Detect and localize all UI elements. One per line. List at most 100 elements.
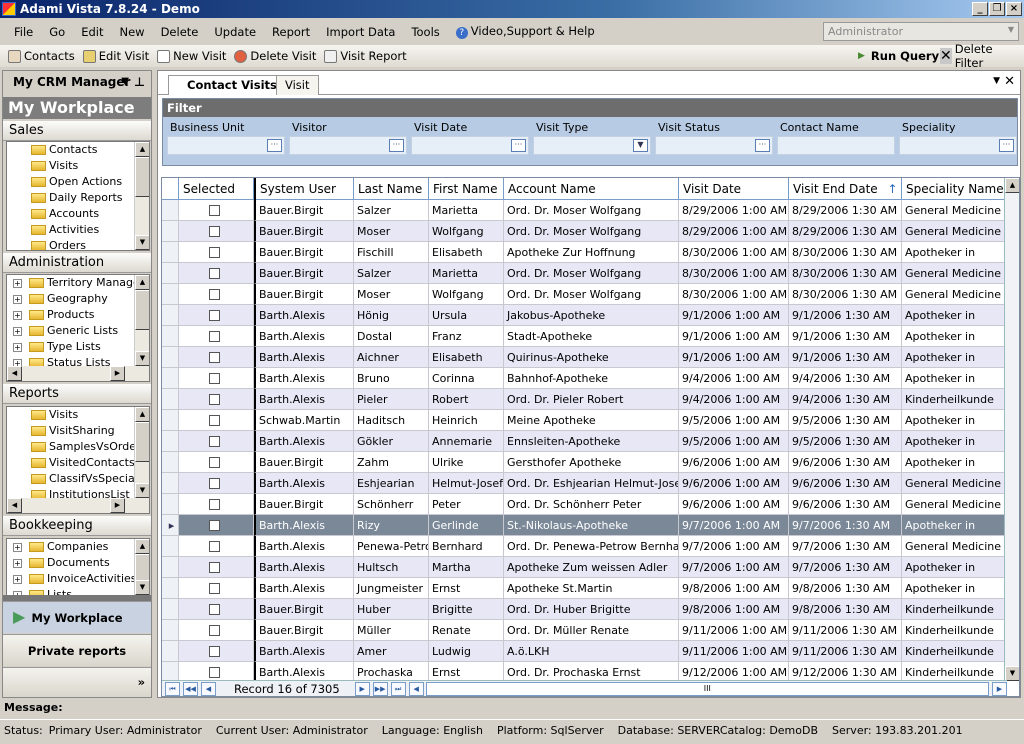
row-selector[interactable]	[162, 326, 179, 347]
table-row[interactable]: Bauer.Birgit Salzer Marietta Ord. Dr. Moser…	[162, 200, 1007, 221]
menu-file[interactable]: File	[6, 25, 41, 39]
selected-checkbox[interactable]	[209, 247, 220, 258]
maximize-button[interactable]: ❐	[989, 2, 1005, 16]
expand-icon[interactable]: +	[13, 559, 22, 568]
table-row[interactable]: Barth.Alexis Aichner Elisabeth Quirinus-Apo…	[162, 347, 1007, 368]
column-header-first-name[interactable]: First Name	[429, 178, 504, 200]
user-select[interactable]: Administrator ▼	[823, 22, 1019, 41]
selected-checkbox[interactable]	[209, 268, 220, 279]
tree-item[interactable]: + Documents	[7, 555, 149, 571]
scroll-left-icon[interactable]: ◀	[408, 681, 424, 696]
selected-checkbox[interactable]	[209, 310, 220, 321]
close-button[interactable]: ×	[1006, 2, 1022, 16]
nav-my-workplace[interactable]: ▶ My Workplace	[3, 601, 151, 633]
tree-item[interactable]: + Geography	[7, 291, 149, 307]
expand-icon[interactable]: +	[13, 343, 22, 352]
expand-icon[interactable]: +	[13, 543, 22, 552]
table-row[interactable]: Bauer.Birgit Müller Renate Ord. Dr. Müller …	[162, 620, 1007, 641]
row-selector[interactable]	[162, 284, 179, 305]
selected-checkbox[interactable]	[209, 205, 220, 216]
table-row[interactable]: Bauer.Birgit Salzer Marietta Ord. Dr. Moser…	[162, 263, 1007, 284]
table-row[interactable]: Barth.Alexis Eshjearian Helmut-Josef Ord. D…	[162, 473, 1007, 494]
section-header-administration[interactable]: Administration	[3, 253, 151, 273]
horizontal-scrollbar[interactable]: ◀ ▶	[7, 498, 149, 513]
selected-checkbox[interactable]	[209, 457, 220, 468]
selected-checkbox[interactable]	[209, 226, 220, 237]
dropdown-icon[interactable]: ▼	[633, 139, 648, 152]
row-selector[interactable]	[162, 452, 179, 473]
tree-item[interactable]: Visits	[7, 158, 149, 174]
scroll-up-icon[interactable]: ▲	[135, 275, 149, 290]
section-header-sales[interactable]: Sales	[3, 121, 151, 141]
row-selector[interactable]	[162, 620, 179, 641]
row-selector[interactable]	[162, 368, 179, 389]
tree-item[interactable]: Accounts	[7, 206, 149, 222]
expand-icon[interactable]: +	[13, 279, 22, 288]
filter-input-visit-date[interactable]: ···	[411, 136, 529, 155]
row-selector[interactable]	[162, 263, 179, 284]
scroll-right-icon[interactable]: ▶	[992, 681, 1007, 696]
vertical-scrollbar[interactable]: ▲ ▼	[134, 407, 149, 498]
delete-visit-button[interactable]: Delete Visit	[234, 49, 316, 63]
scroll-thumb[interactable]	[135, 422, 149, 462]
table-row[interactable]: Bauer.Birgit Moser Wolfgang Ord. Dr. Moser …	[162, 221, 1007, 242]
row-selector[interactable]	[162, 599, 179, 620]
tree-item[interactable]: + Companies	[7, 539, 149, 555]
selected-checkbox[interactable]	[209, 436, 220, 447]
menu-new[interactable]: New	[111, 25, 152, 39]
tree-item[interactable]: + Territory Managen	[7, 275, 149, 291]
run-query-button[interactable]: ▶ Run Query	[858, 49, 939, 63]
scroll-down-icon[interactable]: ▼	[135, 235, 149, 250]
filter-input-contact-name[interactable]	[777, 136, 895, 155]
selected-checkbox[interactable]	[209, 520, 220, 531]
row-selector[interactable]	[162, 473, 179, 494]
tree-item[interactable]: VisitedContacts	[7, 455, 149, 471]
row-selector[interactable]	[162, 200, 179, 221]
selected-checkbox[interactable]	[209, 667, 220, 678]
nav-private-reports[interactable]: Private reports	[3, 634, 151, 666]
contacts-button[interactable]: Contacts	[8, 49, 75, 63]
scroll-down-icon[interactable]: ▼	[1005, 666, 1019, 681]
scroll-thumb[interactable]	[135, 157, 149, 197]
menu-tools[interactable]: Tools	[403, 25, 447, 39]
row-selector[interactable]	[162, 578, 179, 599]
ellipsis-icon[interactable]: ···	[999, 139, 1014, 152]
row-selector[interactable]	[162, 410, 179, 431]
last-page-icon[interactable]: ⏭	[390, 681, 406, 696]
ellipsis-icon[interactable]: ···	[389, 139, 404, 152]
row-selector[interactable]: ▸	[162, 515, 179, 536]
section-header-bookkeeping[interactable]: Bookkeeping	[3, 516, 151, 536]
vertical-scrollbar[interactable]: ▲ ▼	[134, 142, 149, 250]
column-header-account-name[interactable]: Account Name	[504, 178, 679, 200]
prev-page-icon[interactable]: ◀◀	[183, 681, 198, 696]
tree-item[interactable]: Open Actions	[7, 174, 149, 190]
column-header-visit-end-date[interactable]: Visit End Date ↑	[789, 178, 902, 200]
scroll-down-icon[interactable]: ▼	[135, 351, 149, 366]
prev-record-icon[interactable]: ◀	[201, 681, 216, 696]
filter-input-business-unit[interactable]: ···	[167, 136, 285, 155]
row-selector[interactable]	[162, 389, 179, 410]
tree-item[interactable]: SamplesVsOrders	[7, 439, 149, 455]
menu-edit[interactable]: Edit	[73, 25, 111, 39]
selected-checkbox[interactable]	[209, 289, 220, 300]
row-selector[interactable]	[162, 494, 179, 515]
tree-item[interactable]: Orders	[7, 238, 149, 250]
scroll-up-icon[interactable]: ▲	[135, 539, 149, 554]
menu-import-data[interactable]: Import Data	[318, 25, 403, 39]
menu-go[interactable]: Go	[41, 25, 73, 39]
scroll-left-icon[interactable]: ◀	[7, 366, 22, 381]
scroll-up-icon[interactable]: ▲	[1005, 178, 1019, 193]
pin-icon[interactable]: ⊥	[134, 71, 145, 93]
table-row[interactable]: Barth.Alexis Jungmeister Ernst Apotheke St.…	[162, 578, 1007, 599]
expand-icon[interactable]: +	[13, 575, 22, 584]
scroll-up-icon[interactable]: ▲	[135, 407, 149, 422]
row-selector[interactable]	[162, 347, 179, 368]
dropdown-icon[interactable]: ▼	[121, 71, 129, 93]
tab-list-icon[interactable]: ▼	[993, 76, 1000, 86]
selected-checkbox[interactable]	[209, 331, 220, 342]
row-selector[interactable]	[162, 557, 179, 578]
row-selector[interactable]	[162, 536, 179, 557]
tree-item[interactable]: Visits	[7, 407, 149, 423]
row-selector[interactable]	[162, 305, 179, 326]
selected-checkbox[interactable]	[209, 352, 220, 363]
